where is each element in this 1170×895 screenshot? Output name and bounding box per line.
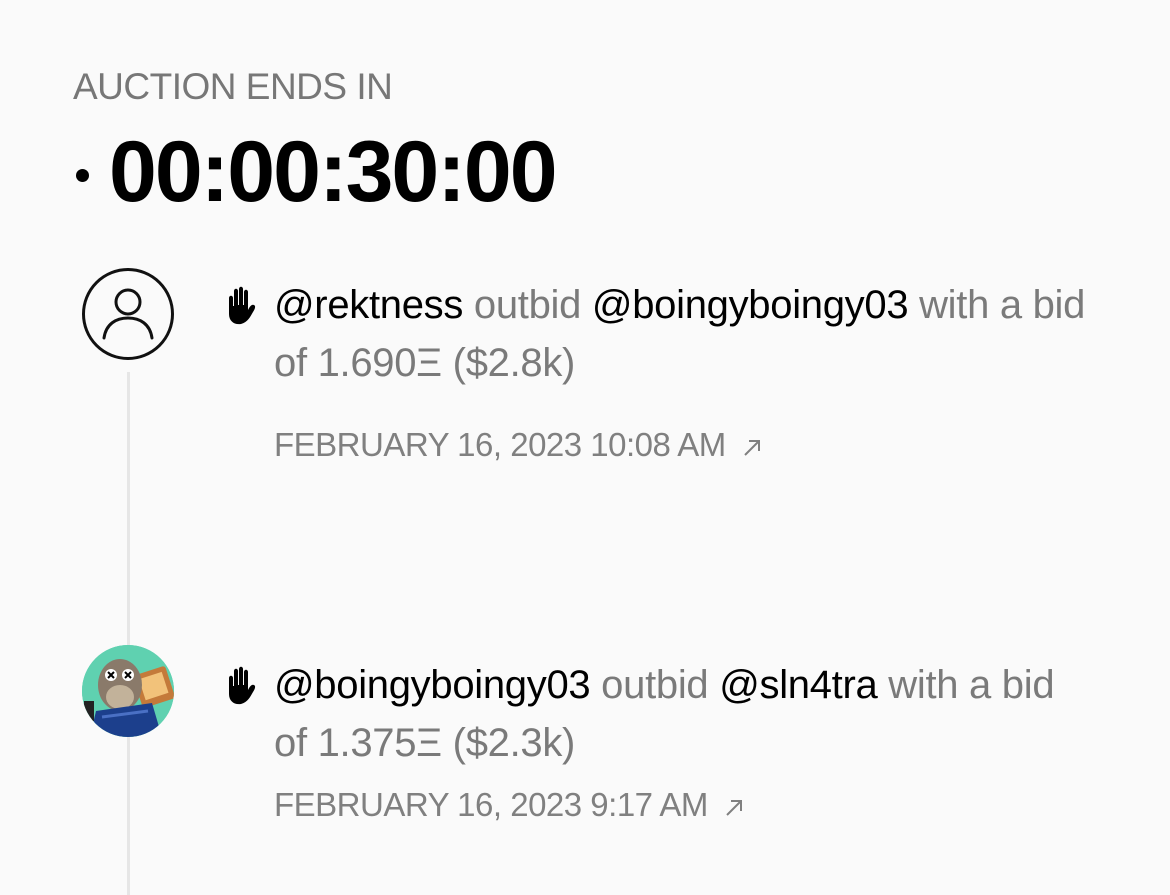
auction-activity-page: AUCTION ENDS IN 00:00:30:00 @rektness ou… [0,0,1170,895]
raised-hand-icon [229,666,256,705]
timestamp-link[interactable]: FEBRUARY 16, 2023 9:17 AM [274,786,746,824]
timestamp-text: FEBRUARY 16, 2023 9:17 AM [274,786,708,823]
ape-avatar-icon [82,645,174,737]
live-indicator-dot [76,168,89,182]
external-link-arrow-icon [744,440,760,456]
actor-username-link[interactable]: @rektness [274,283,463,327]
timestamp-link[interactable]: FEBRUARY 16, 2023 10:08 AM [274,426,764,464]
auction-ends-label: AUCTION ENDS IN [73,66,393,107]
timestamp-text: FEBRUARY 16, 2023 10:08 AM [274,426,726,463]
bid-event: @rektness outbid @boingyboingy03 with a … [222,276,1085,463]
avatar-default-user-icon[interactable] [82,268,174,360]
avatar-ape-image[interactable] [82,645,174,737]
actor-username-link[interactable]: @boingyboingy03 [274,663,591,707]
user-icon [102,288,154,340]
verb-text: outbid [601,663,709,707]
countdown-row: 00:00:30:00 [76,122,558,222]
countdown-timer: 00:00:30:00 [109,124,558,220]
target-username-link[interactable]: @sln4tra [719,663,878,707]
verb-text: outbid [473,283,582,327]
raised-hand-icon [229,286,256,325]
bid-description: @rektness outbid @boingyboingy03 with a … [274,276,1094,392]
timeline-line [127,372,130,895]
bid-description: @boingyboingy03 outbid @sln4tra with a b… [274,656,1094,772]
external-link-arrow-icon [726,800,742,816]
bid-event: @boingyboingy03 outbid @sln4tra with a b… [222,656,1055,823]
target-username-link[interactable]: @boingyboingy03 [592,283,909,327]
